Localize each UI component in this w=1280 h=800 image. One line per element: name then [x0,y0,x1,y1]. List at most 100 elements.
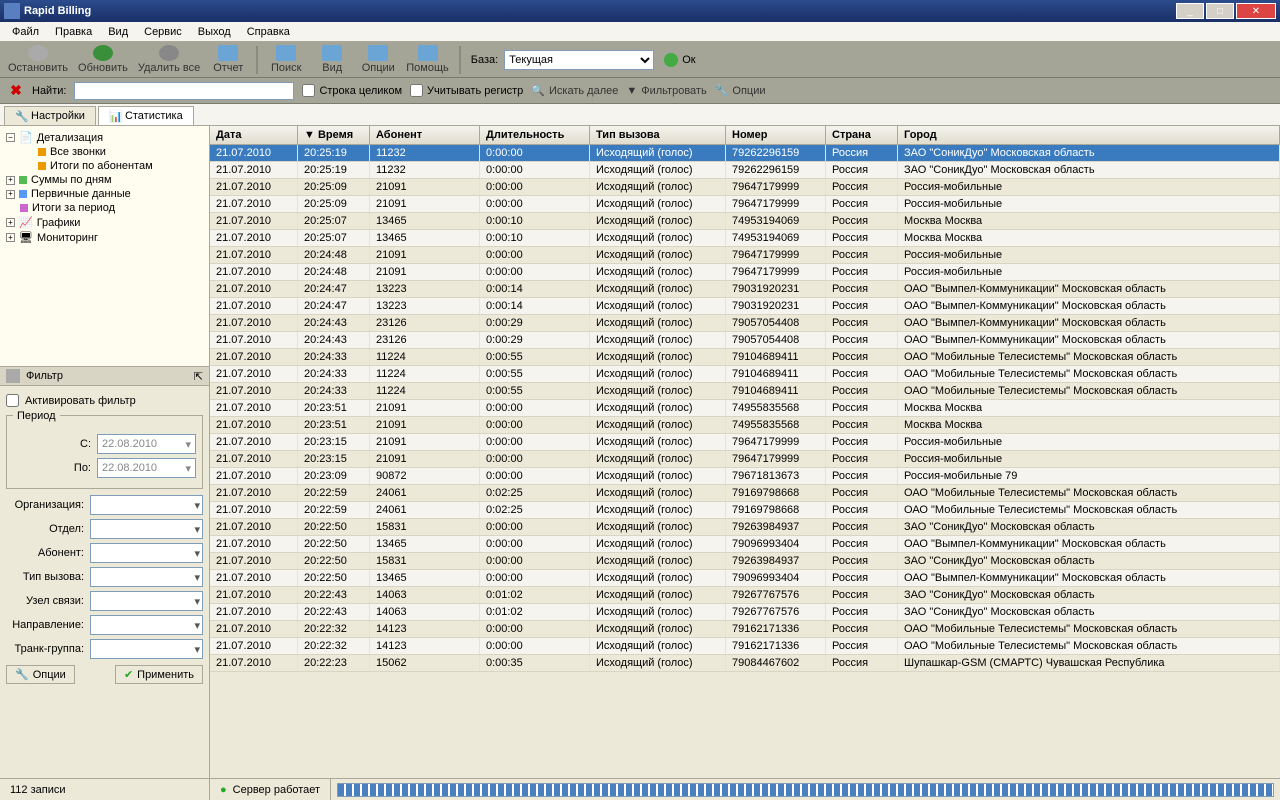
filter-panel: Активировать фильтр Период С:22.08.2010▾… [0,386,209,778]
minimize-button[interactable]: _ [1176,3,1204,19]
table-row[interactable]: 21.07.201020:24:43231260:00:29Исходящий … [210,315,1280,332]
collapse-filter-icon[interactable]: ⇱ [194,370,203,383]
table-row[interactable]: 21.07.201020:23:09908720:00:00Исходящий … [210,468,1280,485]
table-row[interactable]: 21.07.201020:22:50158310:00:00Исходящий … [210,519,1280,536]
table-row[interactable]: 21.07.201020:23:15210910:00:00Исходящий … [210,451,1280,468]
table-row[interactable]: 21.07.201020:22:23150620:00:35Исходящий … [210,655,1280,672]
find-options-button[interactable]: 🔧Опции [715,84,766,97]
filter-button[interactable]: ▼Фильтровать [626,85,706,97]
table-cell: Россия [826,213,898,229]
col-number[interactable]: Номер [726,126,826,144]
search-button[interactable]: Поиск [264,43,308,76]
find-next-button[interactable]: 🔍Искать далее [531,84,618,97]
col-subscriber[interactable]: Абонент [370,126,480,144]
table-row[interactable]: 21.07.201020:23:51210910:00:00Исходящий … [210,400,1280,417]
menu-edit[interactable]: Правка [47,24,100,40]
table-row[interactable]: 21.07.201020:22:32141230:00:00Исходящий … [210,638,1280,655]
table-row[interactable]: 21.07.201020:24:43231260:00:29Исходящий … [210,332,1280,349]
table-row[interactable]: 21.07.201020:24:33112240:00:55Исходящий … [210,366,1280,383]
node-select[interactable] [90,591,203,611]
col-country[interactable]: Страна [826,126,898,144]
tree-period[interactable]: Итоги за период [2,201,207,215]
menu-file[interactable]: Файл [4,24,47,40]
table-row[interactable]: 21.07.201020:24:33112240:00:55Исходящий … [210,383,1280,400]
menu-service[interactable]: Сервис [136,24,190,40]
report-button[interactable]: Отчет [206,43,250,76]
base-select[interactable]: Текущая [504,50,654,70]
tree-by-subscriber[interactable]: Итоги по абонентам [2,159,207,173]
menu-exit[interactable]: Выход [190,24,239,40]
table-row[interactable]: 21.07.201020:24:47132230:00:14Исходящий … [210,281,1280,298]
tree-detail[interactable]: −📄Детализация [2,130,207,145]
dept-select[interactable] [90,519,203,539]
tree-by-day[interactable]: +Суммы по дням [2,173,207,187]
table-row[interactable]: 21.07.201020:23:51210910:00:00Исходящий … [210,417,1280,434]
table-row[interactable]: 21.07.201020:24:33112240:00:55Исходящий … [210,349,1280,366]
table-row[interactable]: 21.07.201020:23:15210910:00:00Исходящий … [210,434,1280,451]
table-cell: 79096993404 [726,536,826,552]
col-duration[interactable]: Длительность [480,126,590,144]
whole-word-checkbox[interactable]: Строка целиком [302,84,402,97]
close-find-icon[interactable]: ✖ [8,83,24,99]
menu-help[interactable]: Справка [239,24,298,40]
find-input[interactable] [74,82,294,100]
calendar-icon [19,176,27,184]
table-row[interactable]: 21.07.201020:22:32141230:00:00Исходящий … [210,621,1280,638]
maximize-button[interactable]: □ [1206,3,1234,19]
table-row[interactable]: 21.07.201020:25:07134650:00:10Исходящий … [210,230,1280,247]
funnel-icon [6,369,20,383]
tree-all-calls[interactable]: Все звонки [2,145,207,159]
date-to-input[interactable]: 22.08.2010▾ [97,458,196,478]
expand-icon[interactable]: + [6,233,15,242]
table-row[interactable]: 21.07.201020:24:48210910:00:00Исходящий … [210,247,1280,264]
ok-button[interactable]: Ок [664,53,695,67]
tree-charts[interactable]: +📈Графики [2,215,207,230]
options-button[interactable]: Опции [356,43,400,76]
activate-filter-checkbox[interactable]: Активировать фильтр [6,392,203,409]
table-row[interactable]: 21.07.201020:22:50134650:00:00Исходящий … [210,536,1280,553]
tree-raw-data[interactable]: +Первичные данные [2,187,207,201]
trunk-select[interactable] [90,639,203,659]
refresh-button[interactable]: Обновить [74,43,132,76]
org-select[interactable] [90,495,203,515]
match-case-checkbox[interactable]: Учитывать регистр [410,84,523,97]
table-row[interactable]: 21.07.201020:25:09210910:00:00Исходящий … [210,196,1280,213]
filter-options-button[interactable]: 🔧Опции [6,665,75,684]
table-row[interactable]: 21.07.201020:24:47132230:00:14Исходящий … [210,298,1280,315]
expand-icon[interactable]: + [6,218,15,227]
col-date[interactable]: Дата [210,126,298,144]
expand-icon[interactable]: + [6,190,15,199]
collapse-icon[interactable]: − [6,133,15,142]
table-row[interactable]: 21.07.201020:22:50134650:00:00Исходящий … [210,570,1280,587]
subscriber-select[interactable] [90,543,203,563]
table-row[interactable]: 21.07.201020:24:48210910:00:00Исходящий … [210,264,1280,281]
menu-view[interactable]: Вид [100,24,136,40]
table-row[interactable]: 21.07.201020:25:19112320:00:00Исходящий … [210,145,1280,162]
tree-monitor[interactable]: +🖥Мониторинг [2,230,207,245]
col-calltype[interactable]: Тип вызова [590,126,726,144]
table-row[interactable]: 21.07.201020:25:19112320:00:00Исходящий … [210,162,1280,179]
date-from-input[interactable]: 22.08.2010▾ [97,434,196,454]
close-button[interactable]: ✕ [1236,3,1276,19]
view-button[interactable]: Вид [310,43,354,76]
table-row[interactable]: 21.07.201020:25:07134650:00:10Исходящий … [210,213,1280,230]
table-cell: 79267767576 [726,587,826,603]
col-city[interactable]: Город [898,126,1280,144]
table-row[interactable]: 21.07.201020:22:43140630:01:02Исходящий … [210,587,1280,604]
apply-button[interactable]: ✔Применить [115,665,203,684]
table-row[interactable]: 21.07.201020:22:59240610:02:25Исходящий … [210,485,1280,502]
stop-button[interactable]: Остановить [4,43,72,76]
table-row[interactable]: 21.07.201020:22:50158310:00:00Исходящий … [210,553,1280,570]
help-button[interactable]: Помощь [402,43,453,76]
expand-icon[interactable]: + [6,176,15,185]
grid-body[interactable]: 21.07.201020:25:19112320:00:00Исходящий … [210,145,1280,778]
direction-select[interactable] [90,615,203,635]
tab-settings[interactable]: 🔧Настройки [4,106,96,125]
table-row[interactable]: 21.07.201020:22:43140630:01:02Исходящий … [210,604,1280,621]
table-row[interactable]: 21.07.201020:25:09210910:00:00Исходящий … [210,179,1280,196]
calltype-select[interactable] [90,567,203,587]
tab-stats[interactable]: 📊Статистика [98,106,194,125]
table-row[interactable]: 21.07.201020:22:59240610:02:25Исходящий … [210,502,1280,519]
col-time[interactable]: ▼ Время [298,126,370,144]
delete-all-button[interactable]: Удалить все [134,43,204,76]
